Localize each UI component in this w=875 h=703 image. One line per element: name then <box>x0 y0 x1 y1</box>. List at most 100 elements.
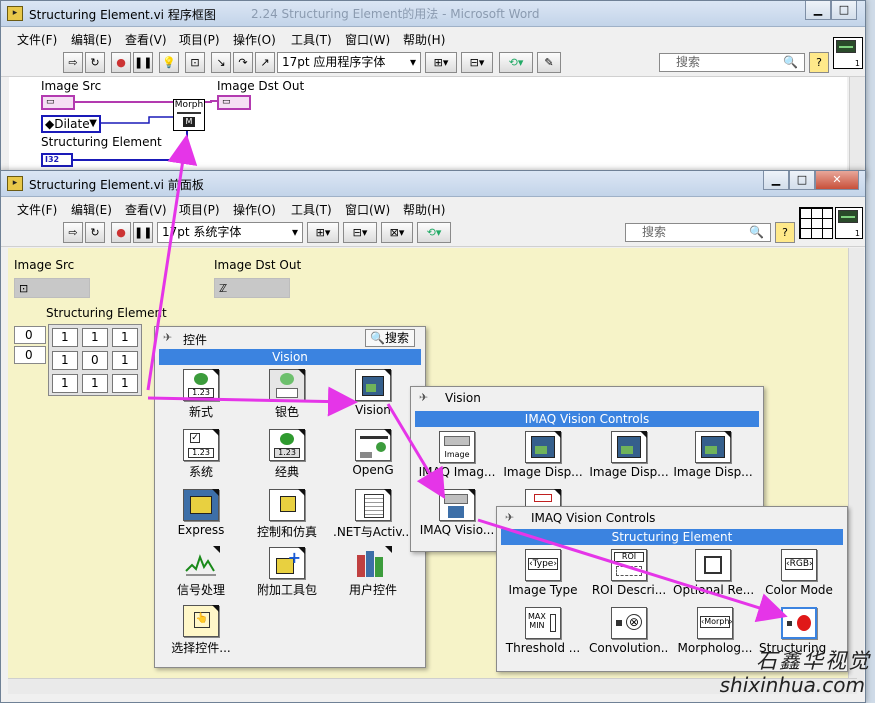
palette-item-dotnet-activex[interactable]: .NET与Activ... <box>333 489 413 540</box>
help-icon[interactable]: ? <box>775 222 795 243</box>
distribute-objects-icon[interactable]: ⊟▾ <box>343 222 377 243</box>
maximize-button[interactable]: □ <box>789 171 815 190</box>
palette-item-vision[interactable]: Vision <box>333 369 413 417</box>
imaq-item-color-mode[interactable]: ‹RGB› Color Mode <box>759 549 839 597</box>
font-select[interactable]: 17pt 应用程序字体 ▾ <box>277 52 421 73</box>
matrix-cell[interactable]: 1 <box>112 351 138 370</box>
matrix-cell[interactable]: 1 <box>52 328 78 347</box>
palette-item-addons[interactable]: + 附加工具包 <box>247 547 327 598</box>
imaq-item-threshold[interactable]: MAX MIN Threshold ... <box>503 607 583 655</box>
imaq-item-roi-descriptor[interactable]: ROI ROI Descri... <box>589 549 669 597</box>
distribute-objects-icon[interactable]: ⊟▾ <box>461 52 493 73</box>
highlight-execution-icon[interactable]: 💡 <box>159 52 179 73</box>
palette-item-classic[interactable]: 1.23 经典 <box>247 429 327 480</box>
vision-item-imaq-image[interactable]: Image IMAQ Imag... <box>417 431 497 479</box>
retain-wire-values-icon[interactable]: ⊡ <box>185 52 205 73</box>
pause-icon[interactable]: ❚❚ <box>133 52 153 73</box>
vision-item-imaq-vision-controls[interactable]: IMAQ Visio... <box>417 489 497 537</box>
minimize-button[interactable]: ▁ <box>805 1 831 20</box>
run-continuously-icon[interactable]: ↻ <box>85 222 105 243</box>
menu-window[interactable]: 窗口(W) <box>345 201 390 218</box>
imaq-item-convolution[interactable]: ⊗ Convolution... <box>589 607 669 655</box>
array-index-1[interactable]: 0 <box>14 346 46 364</box>
step-into-icon[interactable]: ↘ <box>211 52 231 73</box>
run-continuously-icon[interactable]: ↻ <box>85 52 105 73</box>
palette-item-openg[interactable]: OpenG <box>333 429 413 477</box>
vision-item-image-display-1[interactable]: Image Disp... <box>503 431 583 479</box>
block-diagram-canvas[interactable]: Image Src ▭ Image Dst Out ▭ Morph M ◆Dil… <box>9 77 847 179</box>
menu-view[interactable]: 查看(V) <box>125 31 167 48</box>
front-panel-scrollbar[interactable] <box>848 248 864 685</box>
matrix-cell[interactable]: 1 <box>112 328 138 347</box>
matrix-cell[interactable]: 1 <box>52 374 78 393</box>
menu-project[interactable]: 项目(P) <box>179 31 220 48</box>
resize-objects-icon[interactable]: ⊠▾ <box>381 222 413 243</box>
menu-edit[interactable]: 编辑(E) <box>71 31 112 48</box>
step-over-icon[interactable]: ↷ <box>233 52 253 73</box>
search-input[interactable]: 搜索 🔍 <box>625 223 771 242</box>
menu-edit[interactable]: 编辑(E) <box>71 201 112 218</box>
close-button[interactable]: ✕ <box>815 171 859 190</box>
image-src-control[interactable]: ⊡ <box>14 278 90 298</box>
menu-operate[interactable]: 操作(O) <box>233 31 276 48</box>
array-index-0[interactable]: 0 <box>14 326 46 344</box>
matrix-cell[interactable]: 1 <box>112 374 138 393</box>
vision-item-image-display-2[interactable]: Image Disp... <box>589 431 669 479</box>
palette-item-control-simulation[interactable]: 控制和仿真 <box>247 489 327 540</box>
matrix-cell[interactable]: 1 <box>82 374 108 393</box>
vi-connector-icon[interactable]: 1 <box>835 207 863 239</box>
run-arrow-icon[interactable]: ⇨ <box>63 222 83 243</box>
front-panel-titlebar[interactable]: ▸ Structuring Element.vi 前面板 ▁ □ ✕ <box>1 171 865 197</box>
pin-icon[interactable]: ✈ <box>419 391 428 404</box>
connector-pane-icon[interactable] <box>799 207 833 239</box>
maximize-button[interactable]: □ <box>831 1 857 20</box>
abort-icon[interactable]: ● <box>111 222 131 243</box>
vision-item-roi[interactable] <box>503 489 583 507</box>
front-panel-title: Structuring Element.vi 前面板 <box>29 178 204 192</box>
menu-view[interactable]: 查看(V) <box>125 201 167 218</box>
imaq-item-morphology[interactable]: ‹Morph› Morpholog... <box>675 607 755 655</box>
menu-file[interactable]: 文件(F) <box>17 31 57 48</box>
align-objects-icon[interactable]: ⊞▾ <box>307 222 339 243</box>
imaq-item-optional-rect[interactable]: Optional Re... <box>673 549 753 597</box>
menu-help[interactable]: 帮助(H) <box>403 31 445 48</box>
help-icon[interactable]: ? <box>809 52 829 73</box>
vi-connector-icon[interactable]: 1 <box>833 37 863 69</box>
menu-tools[interactable]: 工具(T) <box>291 31 332 48</box>
matrix-cell[interactable]: 0 <box>82 351 108 370</box>
step-out-icon[interactable]: ↗ <box>255 52 275 73</box>
matrix-cell[interactable]: 1 <box>52 351 78 370</box>
menu-help[interactable]: 帮助(H) <box>403 201 445 218</box>
palette-item-select-control[interactable]: 👆 选择控件... <box>161 605 241 656</box>
palette-search-button[interactable]: 🔍搜索 <box>365 329 415 347</box>
menu-tools[interactable]: 工具(T) <box>291 201 332 218</box>
font-select[interactable]: 17pt 系统字体 ▾ <box>157 222 303 243</box>
block-diagram-window: ▸ Structuring Element.vi 程序框图 2.24 Struc… <box>0 0 866 180</box>
imaq-item-image-type[interactable]: ‹Type› Image Type <box>503 549 583 597</box>
palette-item-system[interactable]: ✓ 1.23 系统 <box>161 429 241 480</box>
run-arrow-icon[interactable]: ⇨ <box>63 52 83 73</box>
menu-project[interactable]: 项目(P) <box>179 201 220 218</box>
menu-window[interactable]: 窗口(W) <box>345 31 390 48</box>
block-diagram-scrollbar[interactable] <box>849 77 865 179</box>
reorder-icon[interactable]: ⟲▾ <box>417 222 451 243</box>
pin-icon[interactable]: ✈ <box>505 511 514 524</box>
menu-file[interactable]: 文件(F) <box>17 201 57 218</box>
pause-icon[interactable]: ❚❚ <box>133 222 153 243</box>
cleanup-diagram-icon[interactable]: ✎ <box>537 52 561 73</box>
pin-icon[interactable]: ✈ <box>163 331 172 344</box>
minimize-button[interactable]: ▁ <box>763 171 789 190</box>
align-objects-icon[interactable]: ⊞▾ <box>425 52 457 73</box>
palette-item-signal-processing[interactable]: 信号处理 <box>161 546 241 598</box>
menu-operate[interactable]: 操作(O) <box>233 201 276 218</box>
palette-item-modern[interactable]: 1.23 新式 <box>161 369 241 420</box>
abort-icon[interactable]: ● <box>111 52 131 73</box>
matrix-cell[interactable]: 1 <box>82 328 108 347</box>
palette-item-user-controls[interactable]: 用户控件 <box>333 546 413 598</box>
palette-item-express[interactable]: Express <box>161 489 241 537</box>
reorder-icon[interactable]: ⟲▾ <box>499 52 533 73</box>
block-diagram-titlebar[interactable]: ▸ Structuring Element.vi 程序框图 2.24 Struc… <box>1 1 865 27</box>
palette-item-silver[interactable]: 银色 <box>247 369 327 420</box>
search-input[interactable]: 搜索 🔍 <box>659 53 805 72</box>
vision-item-image-display-3[interactable]: Image Disp... <box>673 431 753 479</box>
